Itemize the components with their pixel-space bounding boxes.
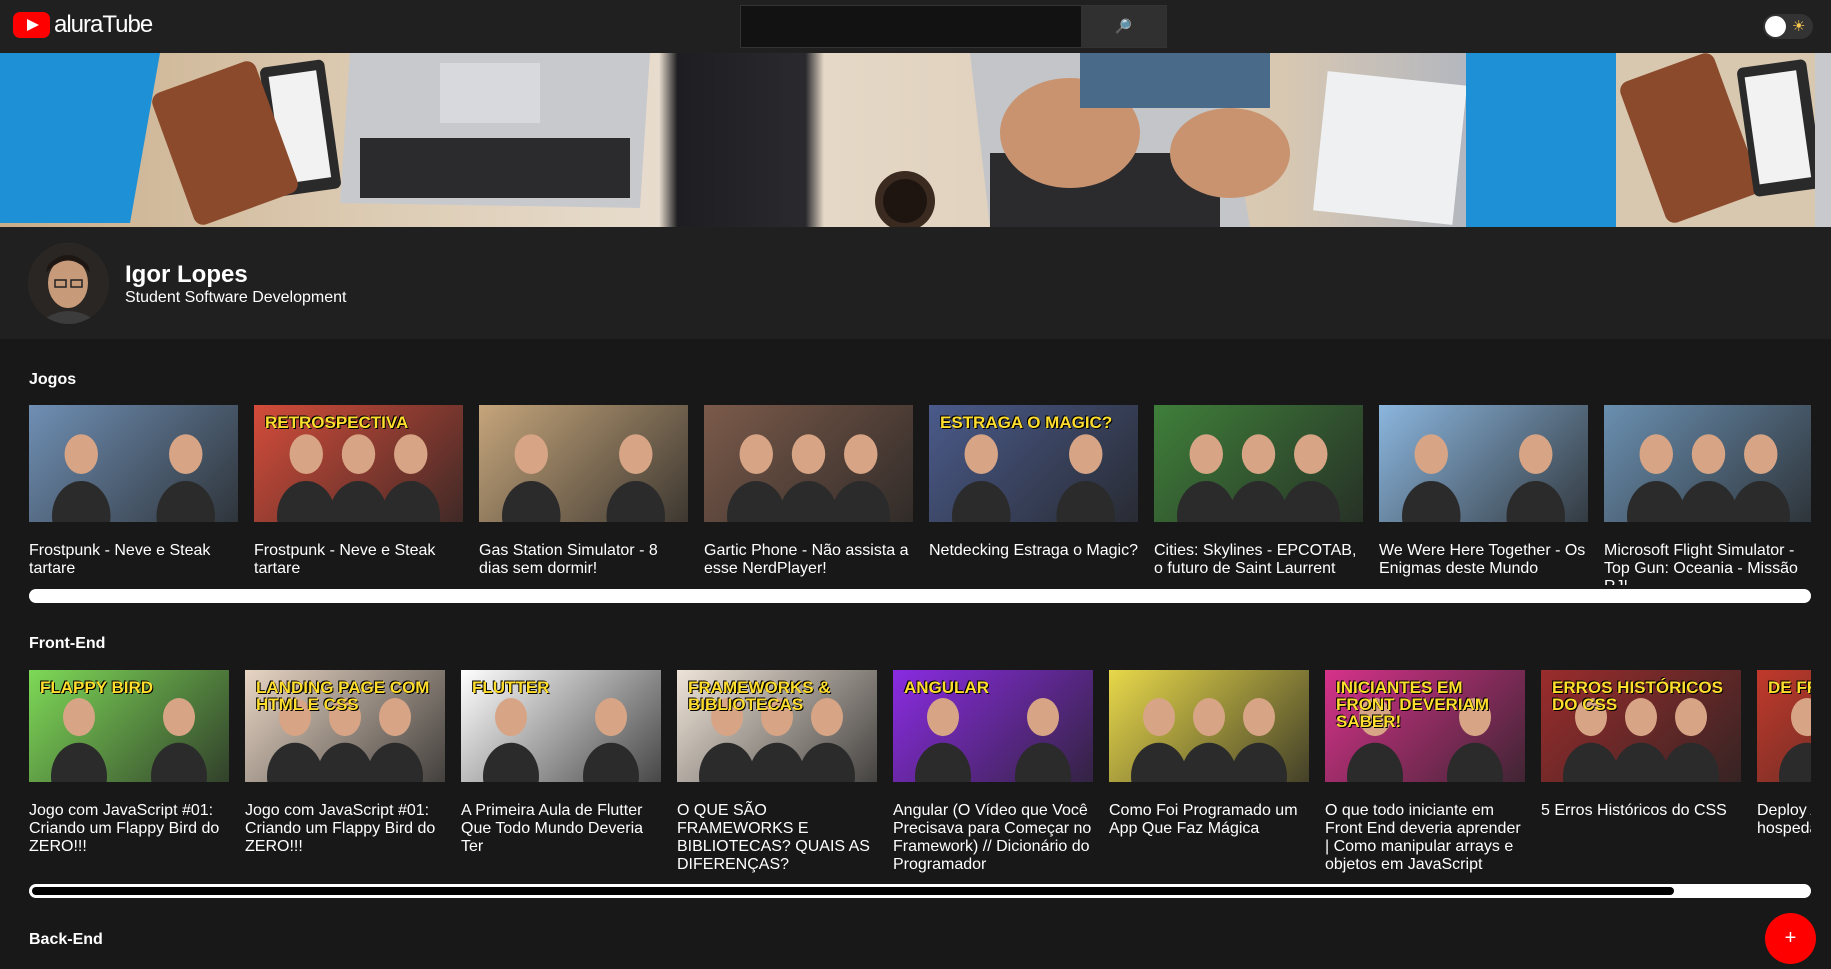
- section-title-back-end: Back-End: [29, 931, 103, 948]
- video-thumbnail[interactable]: ESTRAGA O MAGIC?: [929, 405, 1138, 522]
- banner-workspace-image: [0, 53, 1831, 227]
- video-title[interactable]: Microsoft Flight Simulator - Top Gun: Oc…: [1604, 542, 1811, 585]
- avatar: [28, 243, 109, 324]
- video-card[interactable]: INICIANTES EM FRONT DEVERIAM SABER! O que…: [1325, 670, 1525, 874]
- thumbnail-image: [501, 434, 666, 522]
- thumbnail-text: Flappy Bird: [40, 678, 154, 697]
- theme-toggle[interactable]: ☀: [1763, 14, 1813, 39]
- video-title[interactable]: Deploy ATUALI eu uso p hospeda End: [1757, 802, 1811, 838]
- play-logo-icon: [13, 12, 50, 38]
- thumbnail-image: [1401, 434, 1566, 522]
- video-thumbnail[interactable]: [479, 405, 688, 522]
- video-row-front-end: Flappy Bird Jogo com JavaScript #01: Cria…: [29, 670, 1811, 885]
- video-title[interactable]: Netdecking Estraga o Magic?: [929, 542, 1138, 560]
- video-card[interactable]: Gartic Phone - Não assista a esse NerdPl…: [704, 405, 913, 578]
- video-card[interactable]: ERROS HISTÓRICOS DO CSS 5 Erros Histórico…: [1541, 670, 1741, 820]
- video-card[interactable]: Frostpunk - Neve e Steak tartare: [29, 405, 238, 578]
- video-title[interactable]: 5 Erros Históricos do CSS: [1541, 802, 1741, 820]
- thumbnail-image: [1626, 434, 1791, 522]
- video-thumbnail[interactable]: [1109, 670, 1309, 782]
- video-thumbnail[interactable]: [704, 405, 913, 522]
- scrollbar-jogos[interactable]: [29, 589, 1811, 603]
- video-thumbnail[interactable]: INICIANTES EM FRONT DEVERIAM SABER!: [1325, 670, 1525, 782]
- video-title[interactable]: A Primeira Aula de Flutter Que Todo Mund…: [461, 802, 661, 856]
- video-thumbnail[interactable]: [1604, 405, 1811, 522]
- thumbnail-image: [726, 434, 891, 522]
- video-thumbnail[interactable]: [1154, 405, 1363, 522]
- video-card[interactable]: ESTRAGA O MAGIC? Netdecking Estraga o Mag…: [929, 405, 1138, 560]
- video-title[interactable]: Frostpunk - Neve e Steak tartare: [254, 542, 463, 578]
- video-thumbnail[interactable]: [29, 405, 238, 522]
- video-card[interactable]: Flappy Bird Jogo com JavaScript #01: Cria…: [29, 670, 229, 856]
- section-title-front-end: Front-End: [29, 635, 106, 652]
- video-thumbnail[interactable]: RETROSPECTIVA: [254, 405, 463, 522]
- channel-banner: [0, 53, 1831, 227]
- search-icon: 🔎: [1114, 18, 1133, 34]
- logo[interactable]: aluraTube: [13, 11, 153, 39]
- video-card[interactable]: LANDING PAGE COM HTML E CSS Jogo com Java…: [245, 670, 445, 856]
- video-thumbnail[interactable]: DE FRON VE: [1757, 670, 1811, 782]
- video-thumbnail[interactable]: [1379, 405, 1588, 522]
- section-title-jogos: Jogos: [29, 371, 77, 388]
- add-video-button[interactable]: +: [1765, 913, 1816, 964]
- thumbnail-text: Flutter: [472, 678, 550, 697]
- video-card[interactable]: We Were Here Together - Os Enigmas deste…: [1379, 405, 1588, 578]
- thumbnail-text: ANGULAR: [904, 678, 989, 697]
- video-title[interactable]: Como Foi Programado um App Que Faz Mágic…: [1109, 802, 1309, 838]
- thumbnail-image: [1131, 698, 1287, 782]
- thumbnail-text: RETROSPECTIVA: [265, 413, 409, 432]
- video-card[interactable]: ANGULAR Angular (O Vídeo que Você Precisa…: [893, 670, 1093, 874]
- video-thumbnail[interactable]: Flappy Bird: [29, 670, 229, 782]
- video-thumbnail[interactable]: LANDING PAGE COM HTML E CSS: [245, 670, 445, 782]
- video-title[interactable]: Frostpunk - Neve e Steak tartare: [29, 542, 238, 578]
- search-bar: 🔎: [740, 5, 1167, 48]
- video-card[interactable]: FRAMEWORKS & BIBLIOTECAS O QUE SÃO FRAMEW…: [677, 670, 877, 874]
- thumbnail-image: [1176, 434, 1341, 522]
- profile-section: Igor Lopes Student Software Development: [0, 227, 1831, 339]
- video-card[interactable]: Microsoft Flight Simulator - Top Gun: Oc…: [1604, 405, 1811, 585]
- sun-icon: ☀: [1792, 18, 1806, 35]
- profile-name: Igor Lopes: [125, 261, 248, 288]
- thumbnail-text: ERROS HISTÓRICOS DO CSS: [1552, 678, 1723, 714]
- video-title[interactable]: We Were Here Together - Os Enigmas deste…: [1379, 542, 1588, 578]
- thumbnail-text: LANDING PAGE COM HTML E CSS: [256, 678, 430, 714]
- video-thumbnail[interactable]: Flutter: [461, 670, 661, 782]
- thumbnail-image: [51, 434, 216, 522]
- video-title[interactable]: Gas Station Simulator - 8 dias sem dormi…: [479, 542, 688, 578]
- top-header: aluraTube 🔎 ☀: [0, 0, 1831, 53]
- video-card[interactable]: Gas Station Simulator - 8 dias sem dormi…: [479, 405, 688, 578]
- thumbnail-text: DE FRON VE: [1768, 678, 1811, 697]
- video-title[interactable]: Angular (O Vídeo que Você Precisava para…: [893, 802, 1093, 874]
- video-card[interactable]: Como Foi Programado um App Que Faz Mágic…: [1109, 670, 1309, 838]
- thumbnail-text: FRAMEWORKS & BIBLIOTECAS: [688, 678, 831, 714]
- video-thumbnail[interactable]: ERROS HISTÓRICOS DO CSS: [1541, 670, 1741, 782]
- video-title[interactable]: O que todo iniciante em Front End deveri…: [1325, 802, 1525, 874]
- video-thumbnail[interactable]: FRAMEWORKS & BIBLIOTECAS: [677, 670, 877, 782]
- thumbnail-text: INICIANTES EM FRONT DEVERIAM SABER!: [1336, 678, 1489, 731]
- thumbnail-text: ESTRAGA O MAGIC?: [940, 413, 1113, 432]
- video-row-jogos: Frostpunk - Neve e Steak tartare RETROSPE…: [29, 405, 1811, 585]
- video-card[interactable]: Flutter A Primeira Aula de Flutter Que To…: [461, 670, 661, 856]
- video-title[interactable]: Jogo com JavaScript #01: Criando um Flap…: [29, 802, 229, 856]
- toggle-knob: [1765, 16, 1786, 37]
- video-card[interactable]: RETROSPECTIVA Frostpunk - Neve e Steak ta…: [254, 405, 463, 578]
- search-button[interactable]: 🔎: [1081, 6, 1166, 47]
- video-title[interactable]: O QUE SÃO FRAMEWORKS E BIBLIOTECAS? QUAI…: [677, 802, 877, 874]
- profile-job: Student Software Development: [125, 289, 347, 306]
- video-title[interactable]: Cities: Skylines - EPCOTAB, o futuro de …: [1154, 542, 1363, 578]
- search-input[interactable]: [741, 6, 1081, 47]
- video-title[interactable]: Jogo com JavaScript #01: Criando um Flap…: [245, 802, 445, 856]
- scrollbar-front-end[interactable]: [29, 884, 1811, 898]
- video-card[interactable]: Cities: Skylines - EPCOTAB, o futuro de …: [1154, 405, 1363, 578]
- video-title[interactable]: Gartic Phone - Não assista a esse NerdPl…: [704, 542, 913, 578]
- logo-text: aluraTube: [54, 11, 153, 38]
- video-thumbnail[interactable]: ANGULAR: [893, 670, 1093, 782]
- scrollbar-thumb[interactable]: [32, 887, 1674, 895]
- video-card[interactable]: DE FRON VE Deploy ATUALI eu uso p hospeda…: [1757, 670, 1811, 838]
